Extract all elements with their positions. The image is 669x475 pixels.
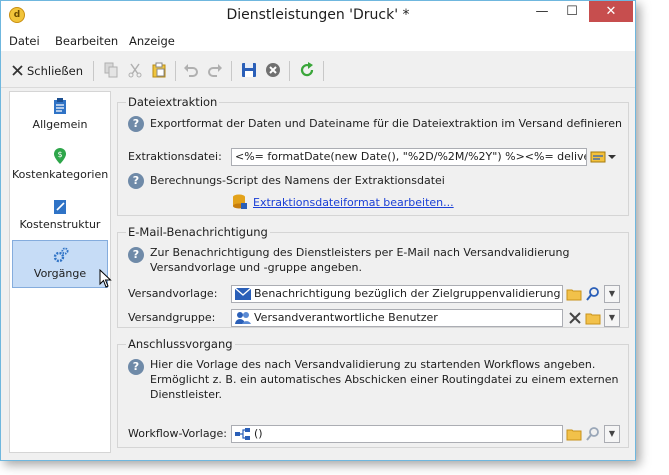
close-window-button[interactable]: ✕ (589, 1, 633, 22)
help-text: Exportformat der Daten und Dateiname für… (150, 117, 622, 130)
menu-datei[interactable]: Datei (9, 34, 40, 48)
title-bar: d Dienstleistungen 'Druck' * — ☐ ✕ (1, 1, 635, 31)
svg-text:$: $ (57, 150, 62, 159)
gears-icon (53, 247, 69, 263)
menu-bearbeiten[interactable]: Bearbeiten (55, 34, 118, 48)
sidebar-item-allgemein[interactable]: Allgemein (12, 96, 108, 142)
edit-extraction-format-link[interactable]: Extraktionsdateiformat bearbeiten... (253, 196, 454, 209)
group-email: E-Mail-Benachrichtigung ? Zur Benachrich… (117, 225, 629, 328)
close-button[interactable]: Schließen (9, 61, 87, 81)
sidebar-item-label: Kostenstruktur (19, 218, 101, 231)
save-icon[interactable] (241, 62, 257, 78)
sidebar-item-kostenkategorien[interactable]: $ Kostenkategorien (12, 146, 108, 192)
versandgruppe-value: Versandverantwortliche Benutzer (254, 311, 438, 324)
help-icon: ? (128, 116, 144, 132)
redo-icon[interactable] (207, 62, 223, 78)
folder-icon[interactable] (566, 426, 582, 442)
folder-icon[interactable] (585, 310, 601, 326)
help-text-line2: Versandvorlage und -gruppe angeben. (150, 261, 362, 274)
group-title: Dateiextraktion (126, 95, 220, 109)
search-icon[interactable] (585, 426, 601, 442)
toolbar-separator (289, 61, 290, 81)
help-text-line3: Dienstleister. (150, 388, 223, 401)
group-dateiextraktion: Dateiextraktion ? Exportformat der Daten… (117, 95, 629, 216)
toolbar-separator (231, 61, 232, 81)
help-icon: ? (128, 247, 144, 263)
copy-icon[interactable] (103, 62, 119, 78)
chevron-down-icon[interactable] (607, 149, 617, 165)
envelope-icon (234, 287, 252, 300)
group-title: E-Mail-Benachrichtigung (126, 225, 270, 239)
help-text-line2: Ermöglicht z. B. ein automatisches Absch… (150, 373, 619, 386)
sidebar: Allgemein $ Kostenkategorien Kostenstruk… (9, 91, 111, 453)
help-icon: ? (128, 359, 144, 375)
menu-anzeige[interactable]: Anzeige (129, 34, 175, 48)
versandgruppe-field[interactable]: Versandverantwortliche Benutzer (231, 309, 563, 327)
group-anschlussvorgang: Anschlussvorgang ? Hier die Vorlage des … (117, 337, 629, 448)
search-icon[interactable] (585, 286, 601, 302)
workflow-icon (235, 428, 250, 440)
group-title: Anschlussvorgang (126, 337, 235, 351)
versandvorlage-label: Versandvorlage: (128, 287, 218, 300)
toolbar-separator (175, 61, 176, 81)
clear-icon[interactable] (567, 310, 583, 326)
clipboard-icon (54, 98, 66, 114)
workflow-vorlage-dropdown[interactable]: ▼ (604, 425, 620, 443)
sidebar-item-label: Kostenkategorien (12, 168, 109, 181)
money-pin-icon: $ (54, 148, 66, 164)
sidebar-item-kostenstruktur[interactable]: Kostenstruktur (12, 196, 108, 242)
menu-bar: Datei Bearbeiten Anzeige (1, 31, 635, 51)
paste-icon[interactable] (151, 62, 167, 78)
edit-sheet-icon (54, 200, 66, 214)
cancel-icon[interactable] (265, 62, 281, 78)
main-content: Dateiextraktion ? Exportformat der Daten… (117, 91, 629, 453)
toolbar-separator (323, 61, 324, 81)
extraktionsdatei-label: Extraktionsdatei: (128, 150, 222, 163)
versandvorlage-dropdown[interactable]: ▼ (604, 285, 620, 303)
sidebar-item-vorgaenge[interactable]: Vorgänge (12, 240, 108, 288)
sidebar-item-label: Allgemein (32, 118, 88, 131)
close-button-label: Schließen (27, 64, 83, 78)
users-icon (235, 312, 251, 324)
workflow-vorlage-field[interactable]: () (231, 425, 563, 443)
cut-icon[interactable] (127, 62, 143, 78)
help-icon: ? (128, 173, 144, 189)
minimize-button[interactable]: — (527, 1, 557, 22)
window: d Dienstleistungen 'Druck' * — ☐ ✕ Datei… (0, 0, 636, 461)
versandvorlage-value: Benachrichtigung bezüglich der Zielgrupp… (254, 287, 563, 300)
expression-editor-icon[interactable] (590, 149, 606, 165)
toolbar-separator (93, 61, 94, 81)
script-text: Berechnungs-Script des Namens der Extrak… (150, 174, 445, 187)
help-text-line1: Hier die Vorlage des nach Versandvalidie… (150, 358, 596, 371)
toolbar: Schließen (1, 53, 635, 88)
close-x-icon (12, 65, 23, 76)
database-edit-icon (233, 194, 247, 209)
versandgruppe-label: Versandgruppe: (128, 311, 216, 324)
undo-icon[interactable] (183, 62, 199, 78)
sidebar-item-label: Vorgänge (33, 267, 87, 280)
maximize-button[interactable]: ☐ (557, 1, 587, 22)
versandvorlage-field[interactable]: Benachrichtigung bezüglich der Zielgrupp… (231, 285, 563, 303)
help-text-line1: Zur Benachrichtigung des Dienstleisters … (150, 246, 570, 259)
workflow-vorlage-label: Workflow-Vorlage: (128, 427, 228, 440)
mouse-cursor-icon (99, 269, 112, 288)
extraktionsdatei-field[interactable]: <%= formatDate(new Date(), "%2D/%2M/%2Y"… (231, 148, 587, 166)
refresh-icon[interactable] (299, 62, 315, 78)
folder-icon[interactable] (566, 286, 582, 302)
versandgruppe-dropdown[interactable]: ▼ (604, 309, 620, 327)
workflow-vorlage-value: () (254, 427, 263, 440)
